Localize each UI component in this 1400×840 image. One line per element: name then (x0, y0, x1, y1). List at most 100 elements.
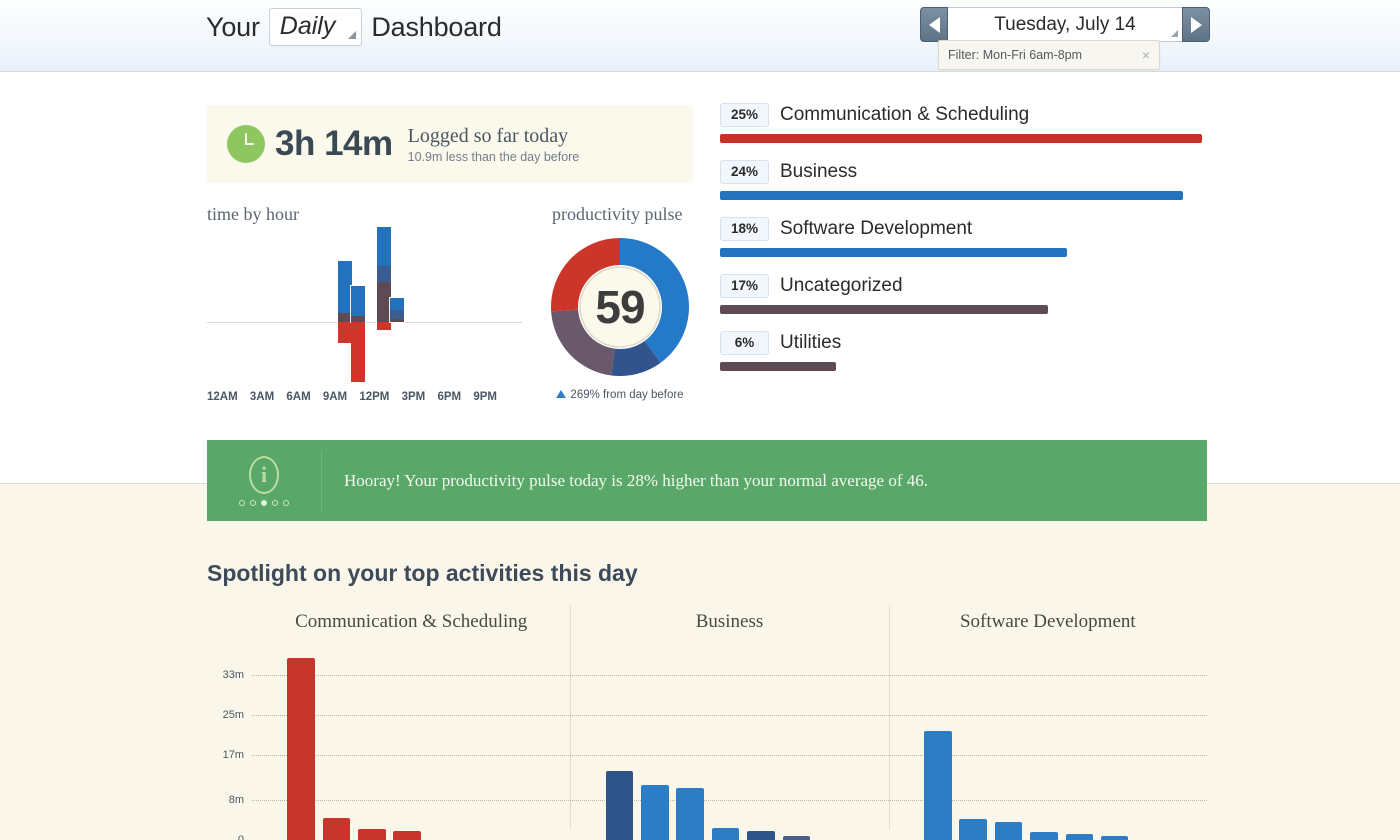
category-bar-track (720, 191, 1202, 200)
category-percent-badge: 25% (720, 103, 769, 127)
gridline (252, 715, 1207, 716)
filter-chip[interactable]: Filter: Mon-Fri 6am-8pm × (938, 40, 1160, 70)
category-row[interactable]: 17% Uncategorized (720, 274, 1202, 314)
category-name: Uncategorized (780, 275, 903, 296)
logged-time-subline: 10.9m less than the day before (407, 149, 580, 164)
spotlight-column-title: Communication & Scheduling (295, 611, 528, 632)
gridline (252, 755, 1207, 756)
time-bar-segment (390, 319, 405, 322)
time-bar-segment (350, 286, 365, 316)
logged-time-value: 3h 14m (275, 124, 393, 163)
pulse-delta: 269% from day before (551, 389, 689, 401)
spotlight-bar[interactable] (287, 657, 315, 840)
time-by-hour-chart (207, 225, 522, 382)
logged-time-banner: 3h 14m Logged so far today 10.9m less th… (207, 105, 693, 183)
category-row[interactable]: 24% Business (720, 160, 1202, 200)
productivity-pulse-title: productivity pulse (552, 204, 683, 224)
pagination-dot[interactable] (239, 499, 245, 506)
time-axis-tick: 12AM (207, 391, 238, 403)
filter-label: Filter: Mon-Fri 6am-8pm (948, 48, 1083, 62)
time-bar-segment (377, 227, 392, 266)
gridline (252, 800, 1207, 801)
category-bar-track (720, 305, 1202, 314)
spotlight-bar[interactable] (322, 817, 351, 840)
info-banner: i Hooray! Your productivity pulse today … (207, 440, 1207, 521)
category-bar (720, 305, 1048, 314)
chevron-left-icon (928, 16, 940, 33)
title-suffix: Dashboard (371, 11, 502, 42)
pulse-score: 59 (595, 281, 645, 333)
spotlight-bar[interactable] (711, 828, 740, 840)
arrow-up-icon (556, 390, 567, 398)
productivity-pulse-donut: 59 (551, 233, 689, 386)
category-row[interactable]: 6% Utilities (720, 331, 1202, 371)
title-prefix: Your (206, 11, 260, 42)
date-dropdown[interactable]: Tuesday, July 14 (948, 7, 1182, 42)
spotlight-bar[interactable] (959, 819, 987, 840)
spotlight-bar-chart: Communication & Scheduling Business Softwa… (207, 605, 1207, 840)
period-dropdown[interactable]: Daily (268, 8, 363, 47)
info-icon: i (249, 455, 279, 494)
time-bar-segment (337, 261, 352, 313)
pagination-dot[interactable] (261, 499, 267, 506)
close-icon[interactable]: × (1142, 47, 1150, 63)
info-icon-column: i (207, 449, 322, 512)
time-bar-positive (390, 298, 405, 322)
logged-time-headline: Logged so far today (407, 124, 569, 147)
category-bar (720, 134, 1202, 143)
spotlight-heading: Spotlight on your top activities this da… (207, 560, 638, 586)
time-axis-tick: 12PM (359, 391, 390, 403)
spotlight-column-title: Business (695, 611, 764, 632)
category-row[interactable]: 25% Communication & Scheduling (720, 103, 1202, 143)
pulse-delta-label: 269% from day before (570, 389, 684, 401)
category-percent-badge: 24% (720, 160, 769, 184)
spotlight-bar[interactable] (641, 785, 669, 840)
spotlight-bar[interactable] (924, 731, 952, 840)
category-bar-track (720, 248, 1202, 257)
chevron-right-icon (1190, 16, 1202, 33)
time-axis-tick: 3AM (249, 391, 275, 403)
prev-day-button[interactable] (920, 7, 948, 42)
y-axis-tick: 25m (222, 709, 244, 721)
y-axis-tick: 33m (222, 669, 244, 681)
time-axis-tick: 9AM (322, 391, 348, 403)
spotlight-bar[interactable] (358, 829, 386, 840)
pagination-dot[interactable] (283, 499, 289, 506)
time-bar-positive (350, 286, 365, 322)
pagination-dot[interactable] (250, 499, 256, 506)
y-axis-tick: 17m (222, 749, 244, 761)
category-bar (720, 362, 836, 371)
category-name: Software Development (780, 218, 973, 239)
spotlight-bar[interactable] (393, 831, 422, 840)
time-bar-segment (390, 298, 405, 310)
period-dropdown-value: Daily (279, 12, 336, 40)
spotlight-bar[interactable] (747, 831, 775, 840)
page-title: Your Daily Dashboard (206, 8, 502, 47)
time-bar-segment (390, 310, 405, 319)
spotlight-bar[interactable] (605, 771, 634, 840)
time-bar-positive (377, 227, 392, 322)
banner-pagination-dots[interactable] (239, 499, 289, 506)
time-bar-segment (377, 282, 392, 322)
category-bar (720, 191, 1183, 200)
pagination-dot[interactable] (272, 499, 278, 506)
date-navigator: Tuesday, July 14 (920, 7, 1210, 42)
category-name: Utilities (780, 332, 842, 353)
time-by-hour-xaxis: 12AM 3AM 6AM 9AM 12PM 3PM 6PM 9PM (207, 391, 497, 403)
info-banner-message: Hooray! Your productivity pulse today is… (344, 470, 929, 490)
spotlight-column-title: Software Development (959, 611, 1136, 632)
time-bar-positive (337, 261, 352, 322)
spotlight-bar[interactable] (994, 822, 1023, 840)
next-day-button[interactable] (1182, 7, 1210, 42)
time-axis-tick: 6AM (286, 391, 311, 403)
category-row[interactable]: 18% Software Development (720, 217, 1202, 257)
category-percent-badge: 17% (720, 274, 769, 298)
spotlight-bar[interactable] (1030, 832, 1058, 840)
time-bar-negative (337, 322, 352, 343)
time-bar-negative (377, 322, 392, 330)
clock-icon (227, 125, 265, 163)
category-percent-badge: 18% (720, 217, 769, 241)
gridline (252, 675, 1207, 676)
spotlight-bar[interactable] (676, 788, 705, 840)
time-bar-segment (337, 313, 352, 322)
